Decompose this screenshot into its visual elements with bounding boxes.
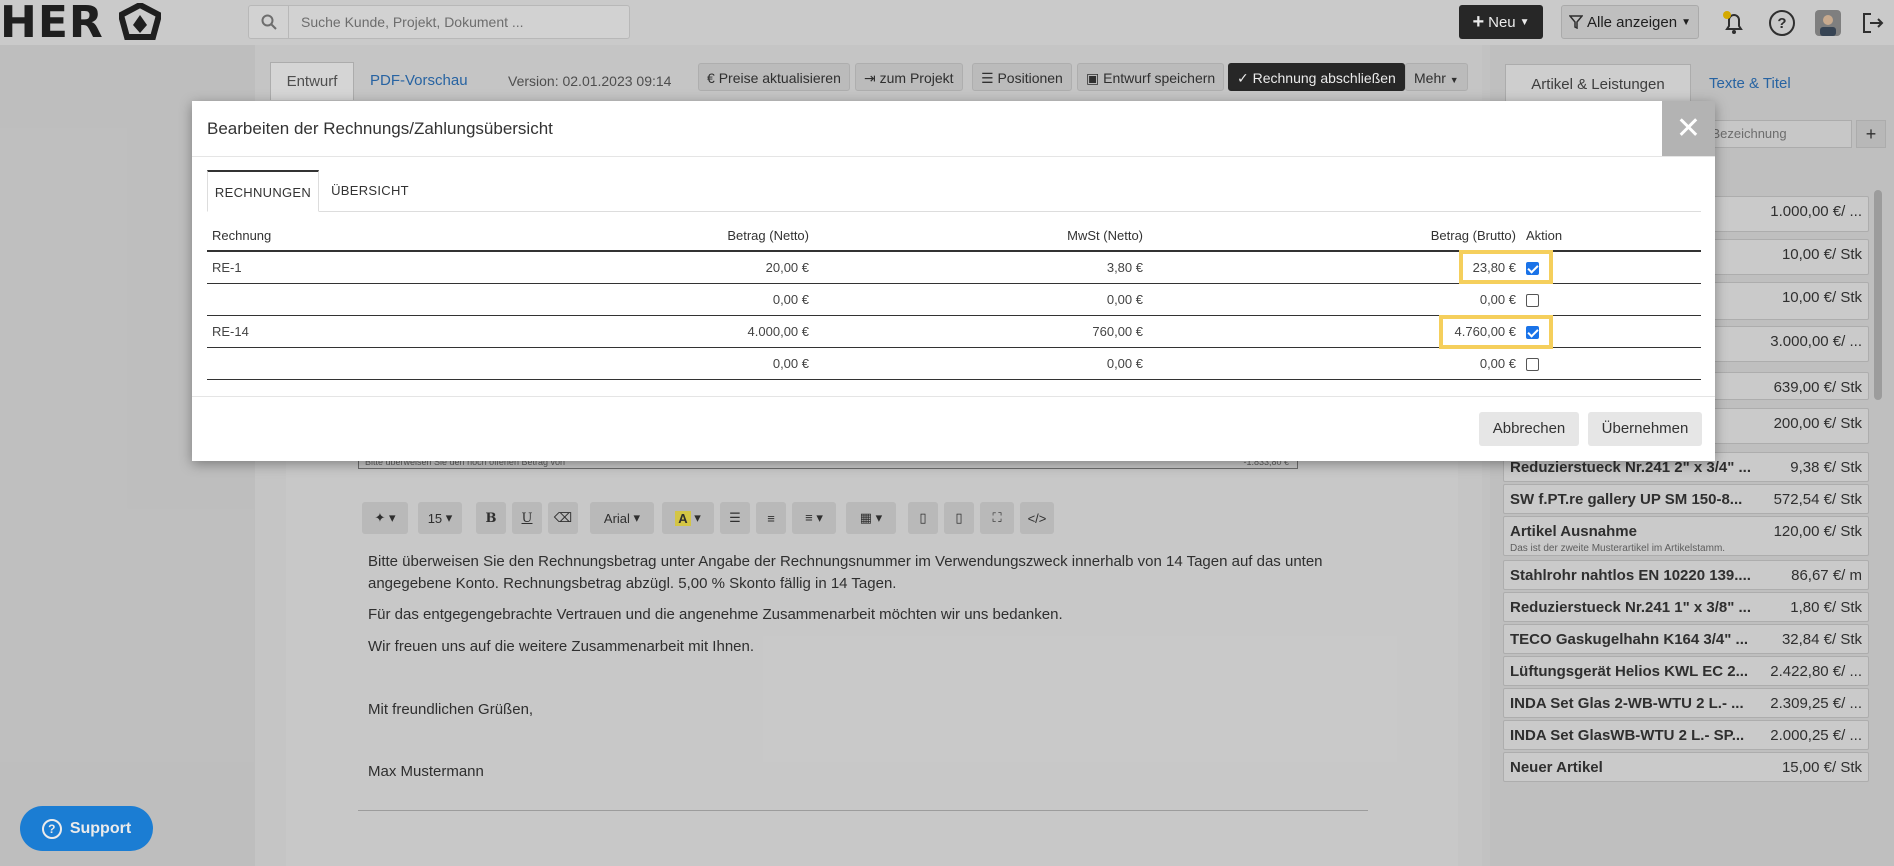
vat-amount: 0,00 € xyxy=(814,283,1148,316)
close-icon[interactable]: ✕ xyxy=(1662,101,1715,156)
modal-title: Bearbeiten der Rechnungs/Zahlungsübersic… xyxy=(207,119,553,138)
table-row: RE-14 4.000,00 €760,00 €4.760,00 € xyxy=(207,315,1701,348)
invoice-number xyxy=(207,283,427,316)
action-cell xyxy=(1521,251,1701,284)
gross-amount: 23,80 € xyxy=(1148,251,1521,284)
tab-overview[interactable]: ÜBERSICHT xyxy=(325,170,415,212)
action-cell xyxy=(1521,347,1701,380)
gross-amount: 4.760,00 € xyxy=(1148,315,1521,348)
net-amount: 4.000,00 € xyxy=(427,315,814,348)
vat-amount: 760,00 € xyxy=(814,315,1148,348)
net-amount: 20,00 € xyxy=(427,251,814,284)
select-checkbox[interactable] xyxy=(1526,325,1539,339)
select-checkbox[interactable] xyxy=(1526,357,1539,371)
invoice-number: RE-1 xyxy=(207,251,427,284)
vat-amount: 0,00 € xyxy=(814,347,1148,380)
invoice-table: Rechnung Betrag (Netto) MwSt (Netto) Bet… xyxy=(207,221,1701,380)
table-header-row: Rechnung Betrag (Netto) MwSt (Netto) Bet… xyxy=(207,221,1701,252)
col-vat: MwSt (Netto) xyxy=(814,221,1148,252)
col-invoice: Rechnung xyxy=(207,221,427,252)
table-row: 0,00 €0,00 €0,00 € xyxy=(207,347,1701,380)
tab-invoices[interactable]: RECHNUNGEN xyxy=(207,170,319,212)
invoice-number xyxy=(207,347,427,380)
table-row: RE-1 20,00 €3,80 €23,80 € xyxy=(207,251,1701,284)
invoice-overview-modal: Bearbeiten der Rechnungs/Zahlungsübersic… xyxy=(192,101,1715,461)
col-gross-amount: Betrag (Brutto) xyxy=(1148,221,1521,252)
modal-divider xyxy=(192,156,1715,157)
net-amount: 0,00 € xyxy=(427,283,814,316)
modal-footer-divider xyxy=(192,396,1715,397)
col-net-amount: Betrag (Netto) xyxy=(427,221,814,252)
cancel-button[interactable]: Abbrechen xyxy=(1479,412,1579,446)
invoice-table-body: RE-1 20,00 €3,80 €23,80 €0,00 €0,00 €0,00… xyxy=(207,251,1701,380)
invoice-number: RE-14 xyxy=(207,315,427,348)
action-cell xyxy=(1521,283,1701,316)
net-amount: 0,00 € xyxy=(427,347,814,380)
vat-amount: 3,80 € xyxy=(814,251,1148,284)
action-cell xyxy=(1521,315,1701,348)
select-checkbox[interactable] xyxy=(1526,293,1539,307)
apply-button[interactable]: Übernehmen xyxy=(1588,412,1702,446)
col-action: Aktion xyxy=(1521,221,1701,252)
gross-amount: 0,00 € xyxy=(1148,283,1521,316)
modal-tabs: RECHNUNGEN ÜBERSICHT xyxy=(207,170,1701,212)
select-checkbox[interactable] xyxy=(1526,261,1539,275)
table-row: 0,00 €0,00 €0,00 € xyxy=(207,283,1701,316)
gross-amount: 0,00 € xyxy=(1148,347,1521,380)
